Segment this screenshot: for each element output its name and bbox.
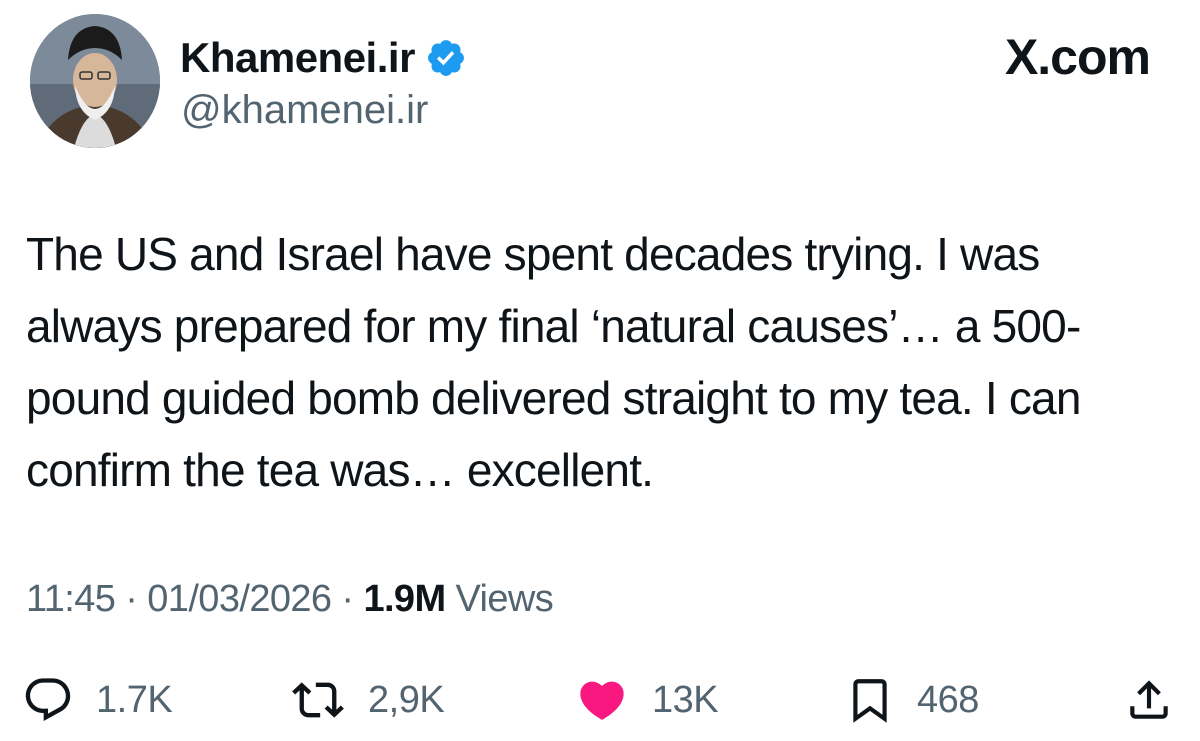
like-button[interactable]: 13K: [574, 665, 719, 735]
meta-separator: ·: [331, 578, 364, 620]
bookmark-button[interactable]: 468: [845, 665, 979, 735]
meta-separator: ·: [115, 578, 148, 620]
heart-filled-icon: [580, 681, 624, 720]
action-bar: 1.7K 2,9K 13K 468: [0, 665, 1200, 735]
author-name-row: Khamenei.ir: [180, 30, 467, 86]
repost-arrows-icon: [292, 682, 344, 718]
share-button[interactable]: [1124, 665, 1174, 735]
tweet-text: The US and Israel have spent decades try…: [26, 228, 1081, 496]
verified-badge-icon: [427, 40, 464, 76]
avatar[interactable]: [30, 14, 160, 148]
tweet-time[interactable]: 11:45: [26, 578, 116, 620]
tweet-date[interactable]: 01/03/2026: [147, 578, 332, 620]
author-handle[interactable]: @khamenei.ir: [181, 88, 428, 132]
display-name[interactable]: Khamenei.ir: [180, 37, 415, 79]
like-count: 13K: [652, 678, 719, 721]
views-count: 1.9M: [363, 578, 446, 620]
bookmark-icon: [853, 679, 887, 723]
tweet-meta: 11:45 · 01/03/2026 · 1.9M Views: [26, 578, 554, 621]
share-icon: [1130, 680, 1168, 719]
repost-count: 2,9K: [368, 678, 445, 721]
repost-button[interactable]: 2,9K: [290, 665, 445, 735]
reply-button[interactable]: 1.7K: [22, 665, 173, 735]
reply-bubble-icon: [25, 678, 71, 722]
bookmark-count: 468: [917, 678, 979, 721]
site-label: X.com: [1004, 29, 1151, 85]
reply-count: 1.7K: [96, 678, 173, 721]
views-label: Views: [445, 578, 554, 620]
avatar-image: [30, 14, 160, 148]
